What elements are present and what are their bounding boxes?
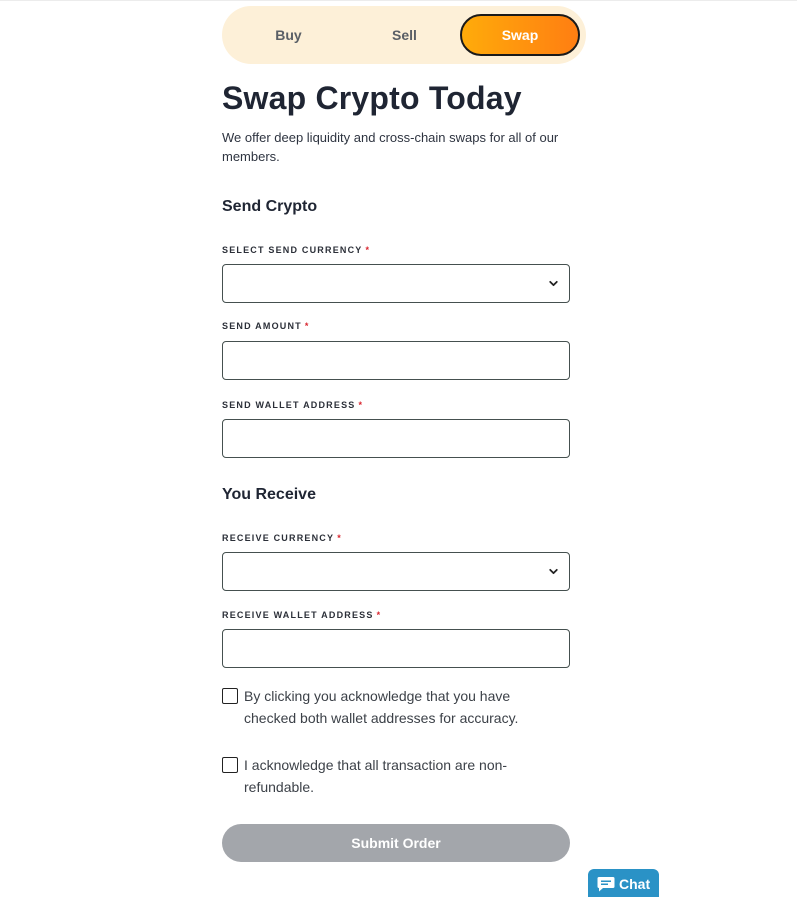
- send-section-title: Send Crypto: [222, 198, 318, 215]
- receive-currency-select[interactable]: [222, 552, 570, 591]
- send-amount-label-text: SEND AMOUNT: [222, 321, 302, 331]
- receive-wallet-label-text: RECEIVE WALLET ADDRESS: [222, 610, 374, 620]
- required-marker: *: [376, 610, 382, 620]
- chevron-down-icon: [549, 568, 558, 575]
- submit-order-button[interactable]: Submit Order: [222, 824, 570, 862]
- page-title: Swap Crypto Today: [222, 80, 522, 116]
- receive-wallet-input[interactable]: [222, 629, 570, 668]
- required-marker: *: [365, 245, 371, 255]
- tab-sell[interactable]: Sell: [358, 15, 451, 55]
- send-wallet-label-text: SEND WALLET ADDRESS: [222, 400, 356, 410]
- tab-swap[interactable]: Swap: [460, 14, 580, 56]
- chat-label: Chat: [619, 876, 651, 892]
- non-refundable-checkbox[interactable]: [222, 757, 238, 773]
- send-amount-label: SEND AMOUNT *: [222, 321, 310, 331]
- send-amount-input[interactable]: [222, 341, 570, 380]
- chat-bubble-icon: [597, 877, 615, 892]
- send-currency-label-text: SELECT SEND CURRENCY: [222, 245, 363, 255]
- send-currency-label: SELECT SEND CURRENCY *: [222, 245, 370, 255]
- receive-currency-label: RECEIVE CURRENCY *: [222, 533, 342, 543]
- chat-button[interactable]: Chat: [588, 869, 659, 897]
- send-wallet-input[interactable]: [222, 419, 570, 458]
- receive-currency-label-text: RECEIVE CURRENCY: [222, 533, 335, 543]
- required-marker: *: [304, 321, 310, 331]
- send-wallet-label: SEND WALLET ADDRESS *: [222, 400, 363, 410]
- non-refundable-text: I acknowledge that all transaction are n…: [244, 757, 508, 795]
- required-marker: *: [337, 533, 342, 543]
- tab-buy[interactable]: Buy: [242, 15, 335, 55]
- wallet-accuracy-text: By clicking you acknowledge that you hav…: [244, 688, 519, 726]
- page-subtitle: We offer deep liquidity and cross-chain …: [222, 130, 559, 164]
- mode-tabs: Buy Sell Swap: [222, 6, 586, 64]
- receive-wallet-label: RECEIVE WALLET ADDRESS *: [222, 610, 381, 620]
- wallet-accuracy-checkbox[interactable]: [222, 688, 238, 704]
- send-currency-select[interactable]: [222, 264, 570, 303]
- top-divider: [0, 0, 797, 1]
- required-marker: *: [358, 400, 364, 410]
- receive-section-title: You Receive: [222, 486, 316, 503]
- chevron-down-icon: [549, 280, 558, 287]
